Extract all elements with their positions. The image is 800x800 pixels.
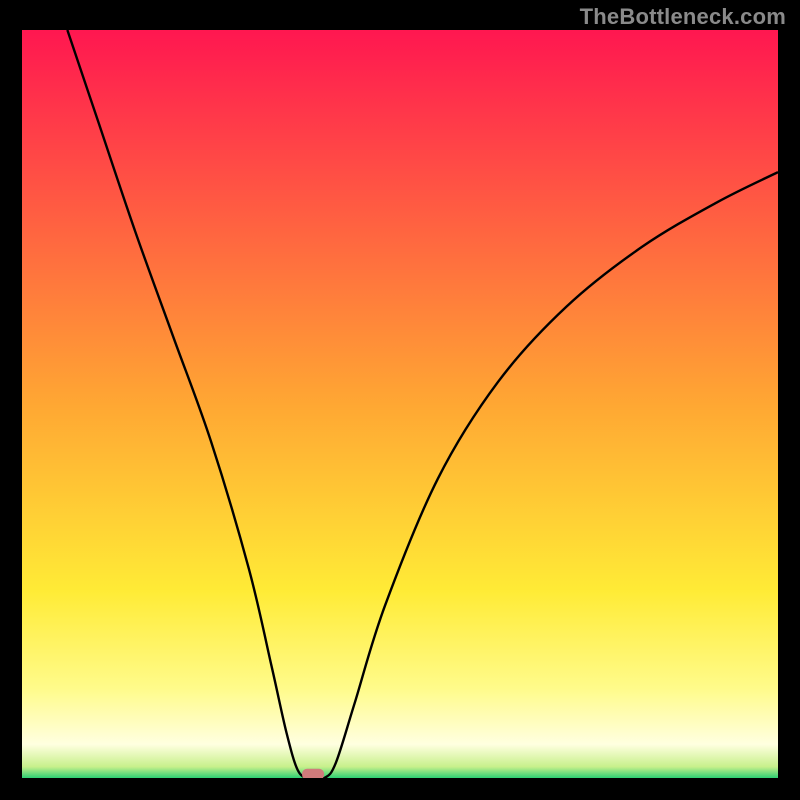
optimal-point-marker: [302, 769, 324, 778]
bottleneck-chart: [22, 30, 778, 778]
watermark-text: TheBottleneck.com: [580, 4, 786, 30]
chart-background: [22, 30, 778, 778]
